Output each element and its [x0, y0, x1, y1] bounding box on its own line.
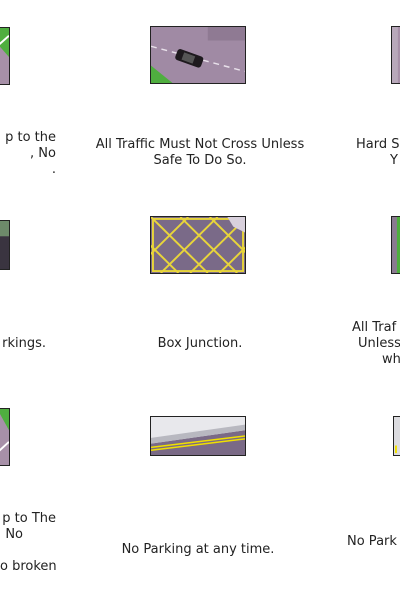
- thumbnail-no-parking[interactable]: [150, 416, 246, 456]
- thumbnail-box-junction[interactable]: [150, 216, 246, 274]
- caption-no-parking-2: No Park: [347, 534, 397, 549]
- road-image: [394, 417, 400, 455]
- road-image: [392, 217, 400, 273]
- caption-road-markings-3: p to The No o broken: [0, 511, 57, 574]
- thumbnail-road-markings-3[interactable]: [0, 408, 10, 466]
- road-markings-gallery: p to the , No . All Traffic Must Not Cro…: [0, 0, 400, 600]
- road-image: [0, 409, 9, 465]
- road-image: [0, 221, 9, 269]
- thumbnail-road-markings-2[interactable]: [0, 220, 10, 270]
- caption-no-parking: No Parking at any time.: [121, 542, 275, 557]
- caption-road-markings-2: rkings.: [2, 336, 46, 351]
- thumbnail-no-parking-2[interactable]: [393, 416, 400, 456]
- thumbnail-hard-shoulder[interactable]: [391, 26, 400, 84]
- double-yellow-lines-image: [151, 417, 245, 455]
- road-image: [392, 27, 400, 83]
- caption-do-not-cross: All Traffic Must Not Cross Unless Safe T…: [95, 137, 305, 168]
- road-with-car-image: [151, 27, 245, 83]
- caption-hard-shoulder: Hard S Y: [356, 137, 400, 168]
- box-junction-image: [151, 217, 245, 273]
- road-image: [0, 28, 9, 84]
- caption-box-junction: Box Junction.: [157, 336, 243, 351]
- caption-traffic-unless: All Traf Unless wh: [352, 320, 400, 367]
- thumbnail-traffic-unless[interactable]: [391, 216, 400, 274]
- thumbnail-do-not-cross[interactable]: [150, 26, 246, 84]
- caption-road-markings-1: p to the , No .: [5, 130, 56, 177]
- thumbnail-road-markings-1[interactable]: [0, 27, 10, 85]
